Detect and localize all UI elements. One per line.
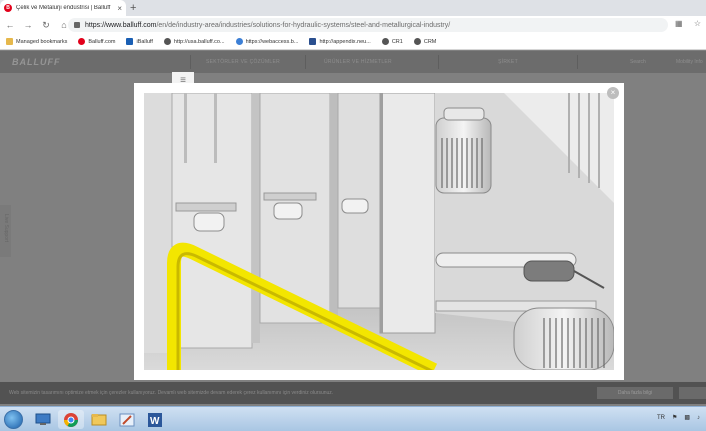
explorer-icon[interactable]: [30, 410, 56, 429]
image-lightbox: [134, 83, 624, 380]
address-bar[interactable]: https://www.balluff.com/en/de/industry-a…: [68, 18, 668, 32]
folder-icon: [6, 38, 13, 45]
windows-taskbar: W TR ⚑ ▩ ♪: [0, 406, 706, 431]
reload-icon[interactable]: ↻: [38, 20, 54, 31]
nav-products[interactable]: ÜRÜNLER VE HİZMETLER: [305, 55, 410, 69]
forward-icon[interactable]: →: [20, 20, 36, 30]
word-icon[interactable]: W: [142, 410, 168, 429]
nav-company[interactable]: ŞİRKET: [438, 55, 578, 69]
language-indicator[interactable]: TR: [657, 415, 665, 421]
start-button[interactable]: [4, 410, 23, 429]
chrome-icon[interactable]: [58, 410, 84, 429]
flag-icon[interactable]: ⚑: [672, 414, 677, 421]
nav-industries[interactable]: SEKTÖRLER VE ÇÖZÜMLER: [190, 55, 295, 69]
bookmark-balluff[interactable]: Balluff.com: [78, 38, 115, 45]
tab-strip: B Çelik ve Metalurji endüstrisi | Balluf…: [0, 0, 706, 16]
cookie-text: Web sitemizin tasarımını optimize etmek …: [9, 390, 334, 396]
illustration-graphic: [144, 93, 614, 370]
globe-icon: [163, 38, 171, 45]
more-info-button[interactable]: Daha fazla bilgi: [597, 387, 673, 399]
accept-button[interactable]: [679, 387, 706, 399]
search-link[interactable]: Search: [630, 59, 646, 65]
iballuff-icon: [126, 38, 134, 45]
svg-text:W: W: [150, 416, 160, 427]
translate-icon[interactable]: ▦: [675, 19, 683, 28]
bookmarks-bar: Managed bookmarks Balluff.com iBalluff h…: [0, 34, 706, 50]
url-path: /en/de/industry-area/industries/solution…: [156, 21, 451, 29]
webaccess-icon: [235, 38, 243, 45]
bookmark-iballuff[interactable]: iBalluff: [126, 38, 153, 45]
browser-toolbar: ← → ↻ ⌂ https://www.balluff.com/en/de/in…: [0, 16, 706, 34]
bookmark-usa[interactable]: http://usa.balluff.co...: [163, 38, 225, 45]
balluff-favicon-icon: B: [4, 4, 12, 12]
bookmark-cr1[interactable]: CR1: [381, 38, 403, 45]
browser-tab[interactable]: B Çelik ve Metalurji endüstrisi | Balluf…: [0, 0, 126, 16]
system-tray: TR ⚑ ▩ ♪: [657, 414, 700, 422]
live-support-label: Live Support: [3, 213, 9, 243]
balluff-icon: [78, 38, 86, 45]
tab-close-icon[interactable]: ×: [117, 4, 122, 13]
back-icon[interactable]: ←: [2, 20, 18, 30]
bookmark-webaccess[interactable]: https://webaccess.b...: [235, 38, 298, 45]
bookmark-appendix[interactable]: http://appendix.neu...: [309, 38, 371, 45]
folder-icon[interactable]: [86, 410, 112, 429]
network-icon[interactable]: ▩: [684, 414, 690, 421]
volume-icon[interactable]: ♪: [697, 415, 700, 421]
bookmark-star-icon[interactable]: ☆: [694, 19, 701, 28]
bookmark-crm[interactable]: CRM: [413, 38, 436, 45]
paint-icon[interactable]: [114, 410, 140, 429]
site-header: BALLUFF SEKTÖRLER VE ÇÖZÜMLER ÜRÜNLER VE…: [0, 51, 706, 73]
url-host: https://www.balluff.com: [85, 21, 157, 29]
live-support-tab[interactable]: Live Support: [0, 205, 11, 257]
bookmark-managed[interactable]: Managed bookmarks: [6, 38, 67, 45]
lock-icon: [74, 22, 80, 28]
new-tab-button[interactable]: +: [130, 0, 136, 16]
appendix-icon: [309, 38, 317, 45]
account-link[interactable]: Mobility Info: [676, 59, 703, 65]
cookie-banner: Web sitemizin tasarımını optimize etmek …: [0, 382, 706, 404]
tab-title: Çelik ve Metalurji endüstrisi | Balluff: [16, 5, 111, 11]
hydraulic-illustration: [144, 93, 614, 370]
close-icon[interactable]: ×: [607, 87, 619, 99]
globe-icon: [381, 38, 389, 45]
globe-icon: [413, 38, 421, 45]
balluff-logo[interactable]: BALLUFF: [12, 57, 61, 67]
